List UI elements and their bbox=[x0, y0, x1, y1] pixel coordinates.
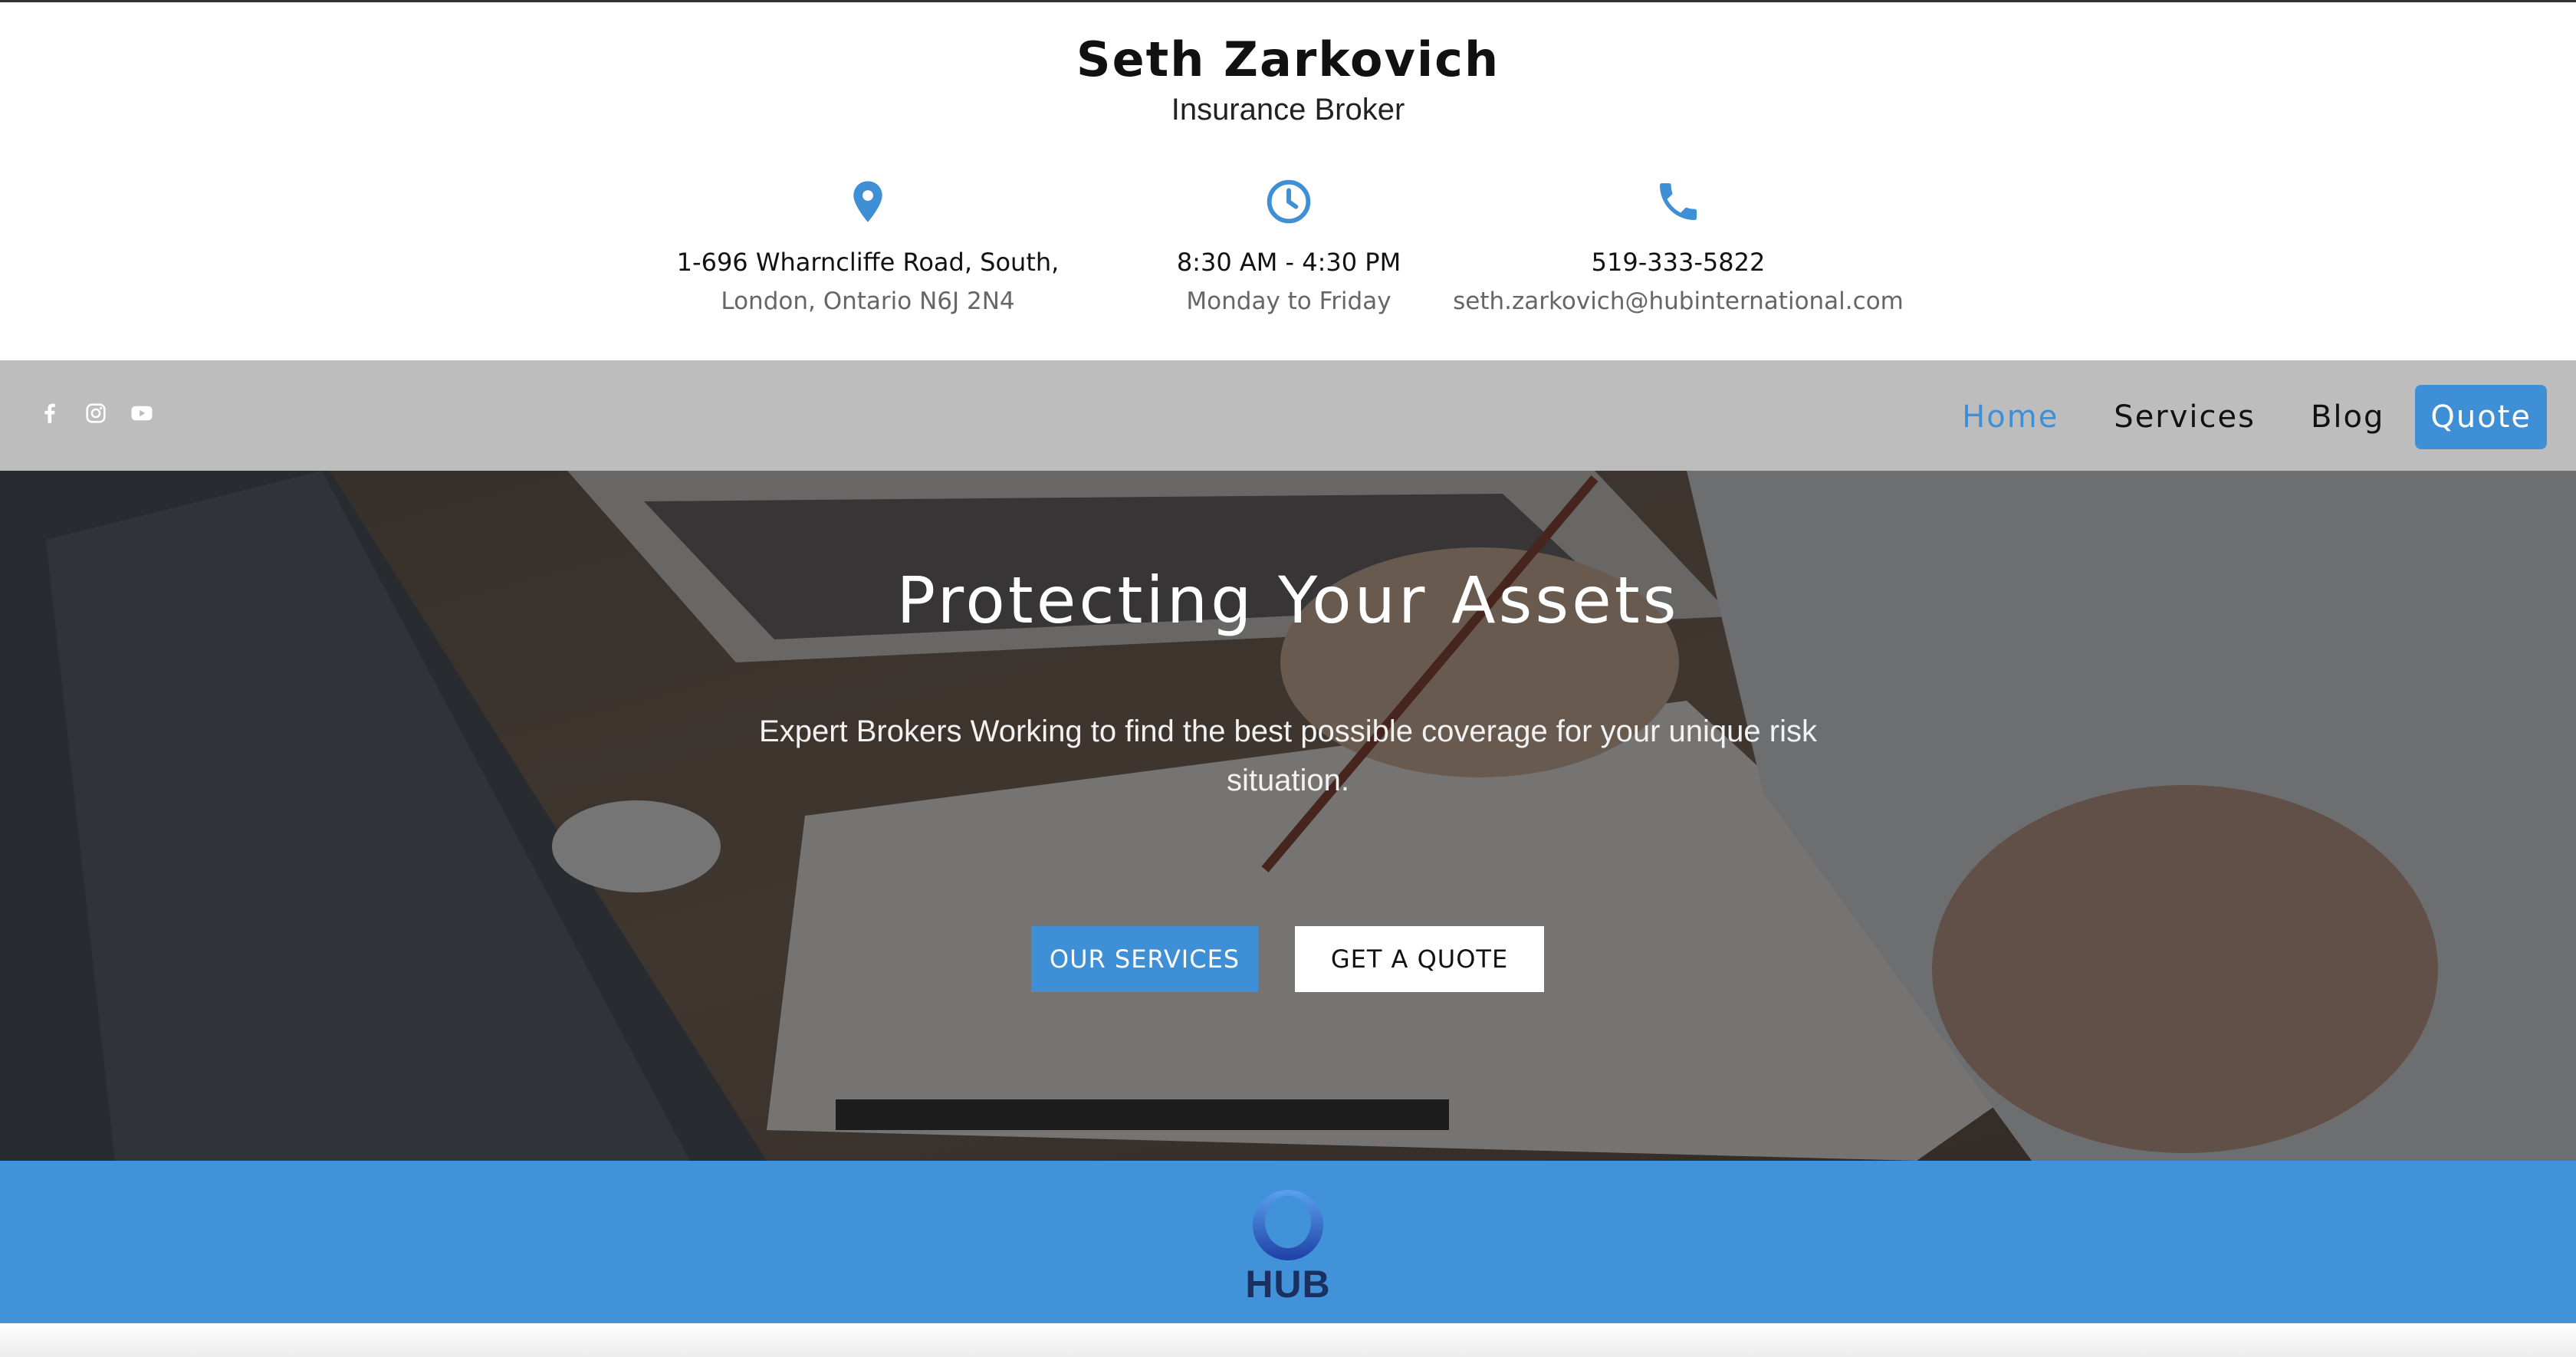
hero-title: Protecting Your Assets bbox=[896, 563, 1680, 638]
hero-subtitle: Expert Brokers Working to find the best … bbox=[759, 715, 1817, 797]
facebook-icon[interactable] bbox=[37, 400, 63, 426]
nav-services[interactable]: Services bbox=[2086, 385, 2283, 449]
our-services-button[interactable]: OUR SERVICES bbox=[1031, 926, 1258, 992]
nav-blog[interactable]: Blog bbox=[2283, 385, 2412, 449]
youtube-icon[interactable] bbox=[129, 400, 155, 426]
phone-number[interactable]: 519-333-5822 bbox=[1433, 248, 1924, 277]
hero-section: Protecting Your Assets Expert Brokers Wo… bbox=[0, 471, 2576, 1161]
top-header: Seth Zarkovich Insurance Broker 1-696 Wh… bbox=[0, 0, 2576, 360]
nav-quote-button[interactable]: Quote bbox=[2415, 385, 2547, 449]
address-block: 1-696 Wharncliffe Road, South, London, O… bbox=[623, 177, 1113, 315]
address-line-1: 1-696 Wharncliffe Road, South, bbox=[676, 248, 1060, 277]
nav-home[interactable]: Home bbox=[1934, 385, 2086, 449]
address-line-2: London, Ontario N6J 2N4 bbox=[721, 288, 1015, 315]
hub-logo-text: HUB bbox=[1245, 1263, 1331, 1306]
map-pin-icon bbox=[853, 181, 882, 222]
logo-band: HUB bbox=[0, 1161, 2576, 1323]
phone-icon bbox=[1660, 183, 1697, 220]
page-bottom-edge bbox=[0, 1323, 2576, 1357]
social-links bbox=[37, 400, 155, 426]
broker-title: Insurance Broker bbox=[1171, 93, 1405, 127]
broker-name: Seth Zarkovich bbox=[1076, 31, 1500, 87]
contact-block: 519-333-5822 seth.zarkovich@hubinternati… bbox=[1433, 177, 1924, 315]
main-navbar: Home Services Blog Quote bbox=[0, 360, 2576, 471]
get-a-quote-button[interactable]: GET A QUOTE bbox=[1295, 926, 1544, 992]
clock-icon bbox=[1267, 179, 1311, 224]
instagram-icon[interactable] bbox=[83, 400, 109, 426]
email-address[interactable]: seth.zarkovich@hubinternational.com bbox=[1433, 288, 1924, 315]
nav-links: Home Services Blog Quote bbox=[1934, 385, 2547, 449]
